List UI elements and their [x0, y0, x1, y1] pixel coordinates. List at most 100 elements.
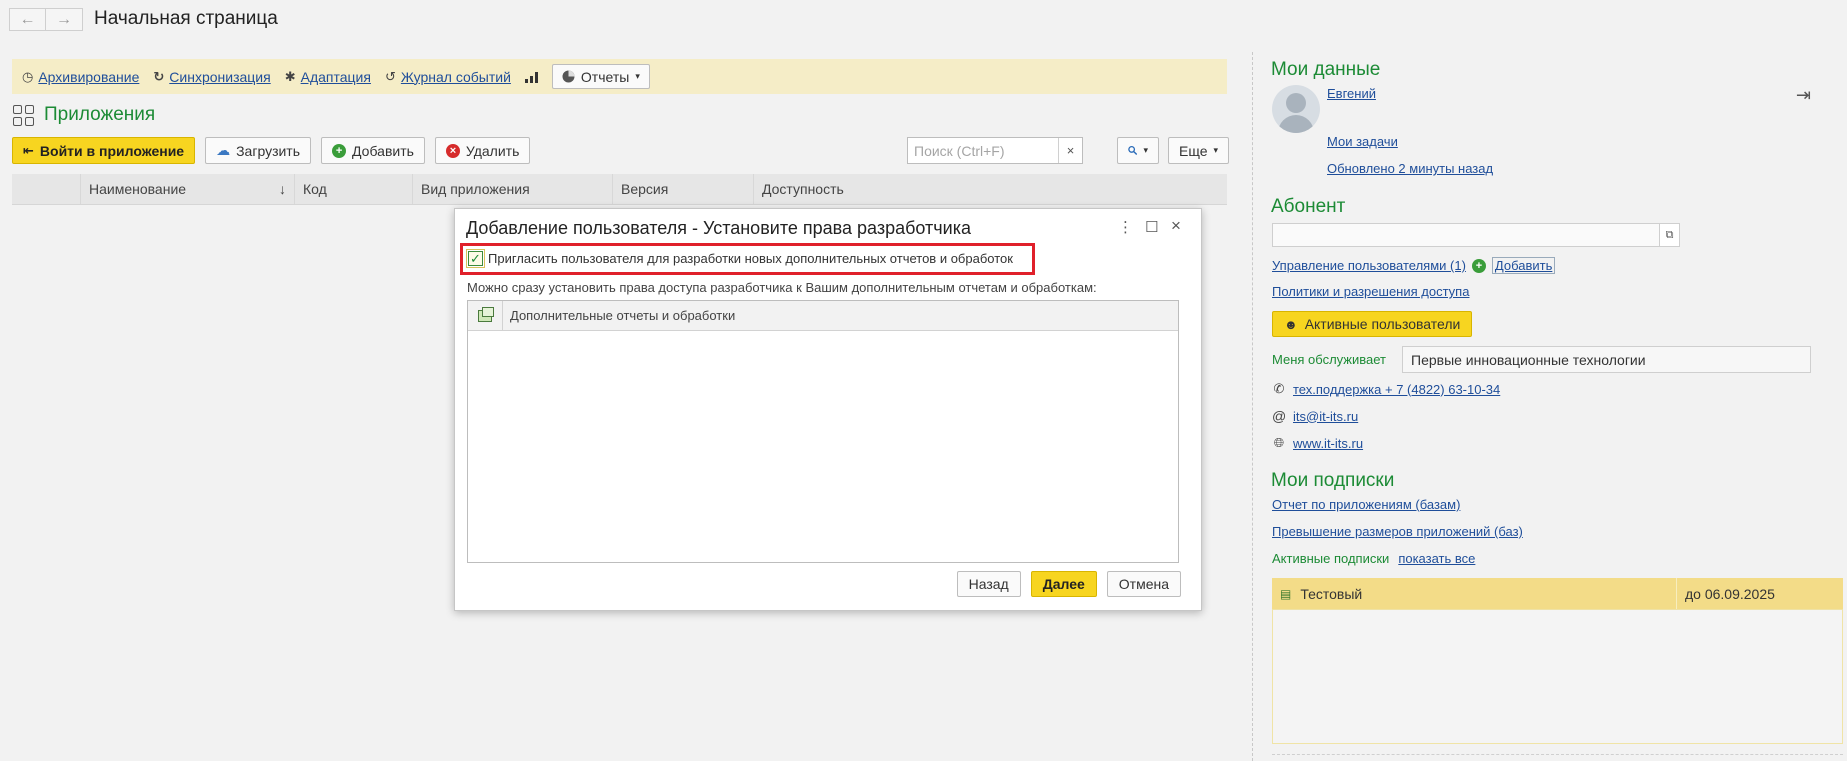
subscriptions-list — [1272, 609, 1843, 744]
active-users-button[interactable]: ☻ Активные пользователи — [1272, 311, 1473, 337]
page-title: Начальная страница — [94, 8, 278, 29]
avatar — [1272, 85, 1320, 133]
adaptation-link[interactable]: ✱ Адаптация — [285, 69, 371, 85]
subscriptions-title: Мои подписки — [1271, 470, 1395, 491]
more-button[interactable]: Еще ▾ — [1168, 137, 1230, 164]
next-button[interactable]: Далее — [1030, 571, 1097, 597]
subscription-name-cell: ▤ Тестовый — [1272, 578, 1677, 609]
clock-icon: ◷ — [22, 68, 34, 84]
logout-icon[interactable]: ⇥ — [1796, 85, 1811, 106]
updated-link[interactable]: Обновлено 2 минуты назад — [1327, 161, 1493, 176]
column-marker — [12, 174, 81, 204]
event-log-label[interactable]: Журнал событий — [401, 69, 511, 85]
chevron-down-icon: ▾ — [1213, 145, 1219, 155]
adaptation-label[interactable]: Адаптация — [301, 69, 371, 85]
invite-developer-row: ✓ Пригласить пользователя для разработки… — [466, 249, 1013, 268]
archiving-link[interactable]: ◷ Архивирование — [22, 69, 139, 85]
show-all-link[interactable]: показать все — [1398, 551, 1475, 566]
website-link[interactable]: www.it-its.ru — [1293, 436, 1363, 451]
reports-label: Отчеты — [580, 68, 630, 85]
search-input[interactable] — [908, 138, 1058, 163]
event-log-link[interactable]: ↺ Журнал событий — [385, 69, 511, 85]
add-app-button[interactable]: + Добавить — [321, 137, 425, 164]
applications-table-header: Наименование ↓ Код Вид приложения Версия… — [12, 174, 1227, 205]
user-name-link[interactable]: Евгений — [1327, 86, 1376, 101]
subscriber-field[interactable]: ⧉ — [1272, 223, 1680, 247]
delete-icon: × — [445, 143, 460, 158]
cloud-upload-icon: ☁ — [216, 142, 231, 158]
plus-icon: + — [1471, 258, 1486, 273]
arrow-right-icon: → — [56, 10, 72, 28]
close-icon[interactable]: × — [1171, 216, 1181, 236]
my-tasks-link[interactable]: Мои задачи — [1327, 134, 1398, 149]
back-label: Назад — [968, 576, 1009, 592]
checkmark-icon: ✓ — [470, 250, 481, 266]
cancel-button[interactable]: Отмена — [1106, 571, 1181, 597]
invite-developer-label[interactable]: Пригласить пользователя для разработки н… — [488, 251, 1013, 266]
enter-icon: ⇤ — [23, 142, 34, 158]
reports-icon — [478, 306, 494, 322]
served-by-field[interactable]: Первые инновационные технологии — [1402, 346, 1811, 373]
arrow-left-icon: ← — [19, 10, 36, 28]
history-icon: ↺ — [384, 68, 396, 84]
next-label: Далее — [1042, 576, 1085, 592]
report-apps-link[interactable]: Отчет по приложениям (базам) — [1272, 497, 1460, 512]
close-icon: × — [1066, 143, 1075, 158]
top-bar: ← → Начальная страница — [0, 0, 1847, 40]
extra-reports-column-label: Дополнительные отчеты и обработки — [510, 308, 736, 323]
policies-link[interactable]: Политики и разрешения доступа — [1272, 284, 1469, 299]
extra-reports-table-header: Дополнительные отчеты и обработки — [468, 301, 1178, 331]
maximize-icon[interactable]: ☐ — [1145, 218, 1158, 236]
phone-link[interactable]: тех.поддержка + 7 (4822) 63-10-34 — [1293, 382, 1500, 397]
column-code-label: Код — [303, 181, 327, 197]
column-code[interactable]: Код — [295, 174, 413, 204]
bar-chart-icon — [524, 71, 538, 83]
reports-dropdown-button[interactable]: Отчеты ▾ — [551, 64, 650, 89]
column-app-type[interactable]: Вид приложения — [413, 174, 613, 204]
upload-button[interactable]: ☁ Загрузить — [205, 137, 312, 164]
check-all-column[interactable] — [468, 301, 503, 330]
active-subscriptions-label: Активные подписки — [1272, 551, 1390, 566]
add-user-link[interactable]: Добавить — [1491, 257, 1556, 274]
dialog-note: Можно сразу установить права доступа раз… — [467, 280, 1097, 295]
oversize-link[interactable]: Превышение размеров приложений (баз) — [1272, 524, 1523, 539]
more-actions-icon[interactable]: ⋮ — [1118, 218, 1133, 236]
bar-chart-button[interactable] — [524, 71, 538, 83]
email-link[interactable]: its@it-its.ru — [1293, 409, 1358, 424]
more-label: Еще — [1179, 142, 1208, 159]
delete-app-button[interactable]: × Удалить — [434, 137, 531, 164]
subscription-until: до 06.09.2025 — [1685, 585, 1775, 602]
navigation-buttons: ← → — [9, 8, 83, 31]
sync-label[interactable]: Синхронизация — [169, 69, 270, 85]
column-version-label: Версия — [621, 181, 669, 197]
subscriber-title: Абонент — [1271, 196, 1346, 217]
column-name[interactable]: Наименование ↓ — [81, 174, 295, 204]
applications-toolbar: ⇤ Войти в приложение ☁ Загрузить + Добав… — [12, 137, 531, 164]
dialog-buttons: Назад Далее Отмена — [956, 571, 1181, 597]
apps-grid-icon — [13, 104, 34, 126]
column-version[interactable]: Версия — [613, 174, 754, 204]
forward-button[interactable]: → — [46, 8, 83, 31]
back-button[interactable]: Назад — [956, 571, 1021, 597]
cancel-label: Отмена — [1118, 576, 1169, 592]
subscription-icon: ▤ — [1280, 586, 1292, 601]
column-availability[interactable]: Доступность — [754, 174, 1227, 204]
search-clear-button[interactable]: × — [1058, 138, 1082, 163]
my-data-title: Мои данные — [1271, 59, 1381, 80]
chevron-down-icon: ▾ — [635, 71, 640, 81]
subscription-name: Тестовый — [1300, 585, 1363, 602]
bottom-divider — [1272, 754, 1843, 755]
archiving-label[interactable]: Архивирование — [38, 69, 139, 85]
extra-reports-table: Дополнительные отчеты и обработки — [467, 300, 1179, 563]
back-button[interactable]: ← — [9, 8, 46, 31]
enter-app-button[interactable]: ⇤ Войти в приложение — [12, 137, 196, 164]
search-options-button[interactable]: ▾ — [1117, 137, 1159, 164]
subscription-row[interactable]: ▤ Тестовый до 06.09.2025 — [1272, 578, 1843, 609]
search-icon — [1128, 145, 1138, 156]
open-icon[interactable]: ⧉ — [1659, 224, 1679, 246]
refresh-icon: ↻ — [153, 68, 165, 84]
sync-link[interactable]: ↻ Синхронизация — [153, 69, 270, 85]
invite-developer-checkbox[interactable]: ✓ — [466, 249, 485, 268]
manage-users-link[interactable]: Управление пользователями (1) — [1272, 258, 1466, 273]
pane-divider[interactable] — [1252, 52, 1253, 761]
